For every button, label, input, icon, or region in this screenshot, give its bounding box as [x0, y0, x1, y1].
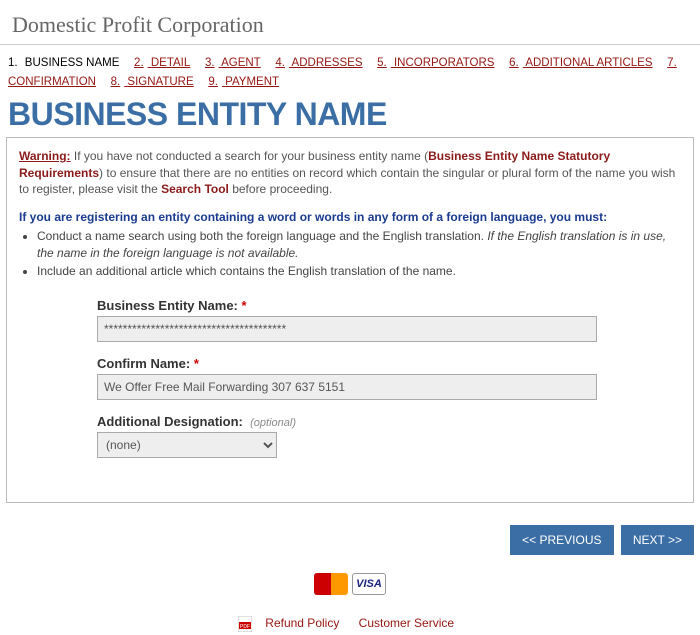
step-additional-articles[interactable]: 6. ADDITIONAL ARTICLES — [509, 57, 656, 69]
step-business-name: 1. BUSINESS NAME — [8, 57, 123, 69]
form-panel: Warning: If you have not conducted a sea… — [6, 137, 694, 503]
confirm-name-input[interactable] — [97, 374, 597, 400]
page-title: Domestic Profit Corporation — [0, 0, 700, 45]
pdf-icon: PDF — [238, 616, 252, 632]
nav-buttons: << PREVIOUS NEXT >> — [0, 511, 700, 563]
svg-text:PDF: PDF — [240, 624, 250, 630]
foreign-bullets: Conduct a name search using both the for… — [37, 228, 681, 280]
footer: VISA PDF Refund Policy Customer Service — [0, 563, 700, 632]
designation-label: Additional Designation: (optional) — [97, 414, 296, 429]
step-agent[interactable]: 3. AGENT — [205, 57, 265, 69]
visa-icon: VISA — [352, 573, 386, 595]
refund-policy-link[interactable]: Refund Policy — [265, 616, 339, 630]
customer-service-link[interactable]: Customer Service — [359, 616, 454, 630]
designation-select[interactable]: (none) — [97, 432, 277, 458]
next-button[interactable]: NEXT >> — [621, 525, 694, 555]
search-tool-link[interactable]: Search Tool — [161, 182, 229, 196]
bullet-name-search: Conduct a name search using both the for… — [37, 228, 681, 262]
warning-label: Warning: — [19, 149, 71, 163]
step-payment[interactable]: 9. PAYMENT — [208, 76, 283, 88]
step-signature[interactable]: 8. SIGNATURE — [111, 76, 198, 88]
warning-paragraph: Warning: If you have not conducted a sea… — [19, 148, 681, 198]
bullet-additional-article: Include an additional article which cont… — [37, 263, 681, 280]
mastercard-icon — [314, 573, 348, 595]
step-incorporators[interactable]: 5. INCORPORATORS — [377, 57, 498, 69]
business-name-input[interactable] — [97, 316, 597, 342]
main-heading: BUSINESS ENTITY NAME — [0, 94, 700, 137]
step-addresses[interactable]: 4. ADDRESSES — [275, 57, 366, 69]
foreign-language-heading: If you are registering an entity contain… — [19, 210, 681, 226]
previous-button[interactable]: << PREVIOUS — [510, 525, 613, 555]
confirm-name-label: Confirm Name: * — [97, 356, 199, 371]
business-name-label: Business Entity Name: * — [97, 298, 247, 313]
step-nav: 1. BUSINESS NAME 2. DETAIL 3. AGENT 4. A… — [0, 49, 700, 94]
step-detail[interactable]: 2. DETAIL — [134, 57, 194, 69]
